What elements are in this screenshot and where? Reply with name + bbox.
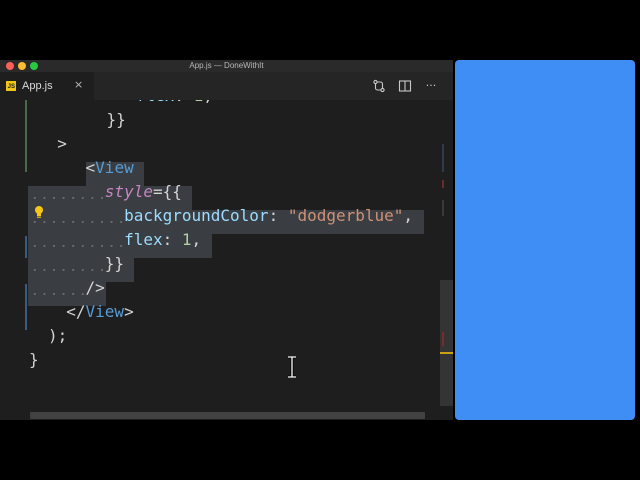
lightbulb-icon[interactable]: [34, 204, 44, 218]
code-line[interactable]: style={{: [47, 180, 182, 204]
code-token: :: [268, 206, 288, 225]
code-token: 1: [194, 100, 204, 105]
code-token: ,: [403, 206, 414, 225]
code-line[interactable]: flex: 1,: [47, 228, 201, 252]
code-token: :: [174, 100, 193, 105]
code-line[interactable]: <View: [47, 156, 134, 180]
close-icon[interactable]: ×: [74, 78, 83, 91]
minimap[interactable]: [440, 100, 453, 420]
code-token: );: [48, 326, 68, 345]
code-line[interactable]: backgroundColor: "dodgerblue",: [47, 204, 413, 228]
code-token: }: [29, 350, 39, 369]
code-editor[interactable]: flex: 1, }} > <View style={{ backgroundC…: [0, 100, 453, 420]
js-file-icon: JS: [6, 81, 16, 91]
text-cursor-icon: [286, 355, 298, 379]
code-line[interactable]: }: [29, 348, 39, 372]
code-token: ,: [191, 230, 202, 249]
code-token: 1: [181, 230, 192, 249]
title-bar: App.js — DoneWithIt: [0, 60, 453, 72]
horizontal-scrollbar[interactable]: [30, 412, 425, 419]
code-token: ,: [203, 100, 213, 105]
code-token: View: [95, 158, 134, 177]
minimap-marker: [442, 200, 444, 216]
code-token: >: [57, 134, 67, 153]
code-token: }}: [106, 110, 126, 129]
editor-window: App.js — DoneWithIt JS App.js × ···}} >…: [0, 60, 453, 420]
code-token: style: [104, 182, 153, 201]
window-title: App.js — DoneWithIt: [189, 61, 264, 70]
code-line[interactable]: flex: 1,: [78, 100, 213, 108]
gutter-change-marker: [25, 100, 27, 172]
code-token: View: [85, 302, 125, 321]
split-editor-icon[interactable]: [398, 79, 412, 93]
code-token: />: [85, 278, 105, 297]
code-token: <: [85, 158, 96, 177]
minimap-marker: [442, 144, 444, 172]
code-token: "dodgerblue": [287, 206, 404, 225]
code-token: flex: [124, 230, 163, 249]
app-preview-view: [455, 60, 635, 420]
minimap-marker: [442, 180, 444, 188]
tab-bar: JS App.js × ···: [0, 72, 453, 100]
code-line[interactable]: >: [38, 132, 67, 156]
code-token: :: [162, 230, 182, 249]
code-token: </: [66, 302, 86, 321]
gutter-change-marker: [25, 284, 27, 330]
source-control-compare-icon[interactable]: [372, 79, 386, 93]
code-token: backgroundColor: [124, 206, 269, 225]
more-actions-icon[interactable]: ···: [424, 79, 438, 93]
minimap-marker: [442, 332, 444, 346]
code-token: flex: [136, 100, 175, 105]
split-panels-icon: [398, 80, 412, 92]
code-line[interactable]: }}: [68, 108, 126, 132]
code-line[interactable]: />: [47, 276, 105, 300]
gutter-change-marker: [25, 236, 27, 258]
compare-changes-icon: [373, 79, 385, 93]
tab-app-js[interactable]: JS App.js ×: [0, 72, 94, 100]
code-line[interactable]: );: [48, 324, 67, 348]
code-line[interactable]: </View>: [47, 300, 134, 324]
code-token: }}: [104, 254, 125, 273]
code-line[interactable]: }}: [47, 252, 124, 276]
tab-label: App.js: [22, 80, 53, 92]
code-token: ={{: [152, 182, 182, 201]
minimap-cursor-marker: [440, 352, 453, 354]
code-token: >: [124, 302, 134, 321]
